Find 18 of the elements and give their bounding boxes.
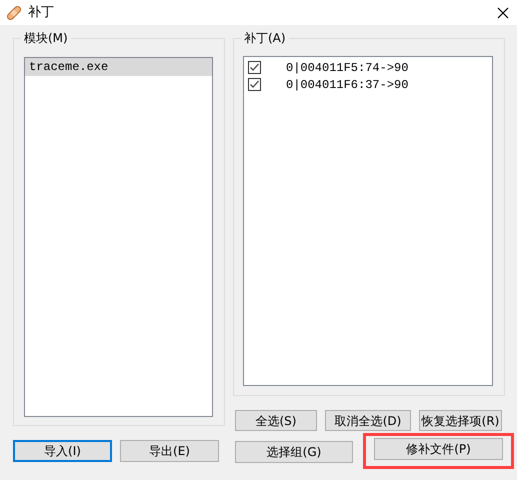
button[interactable]: 选择组(G) — [235, 441, 353, 463]
list-item[interactable]: traceme.exe — [25, 58, 212, 76]
patch-list[interactable]: 0|004011F5:74->90 0|004011F6:37->90 — [243, 56, 493, 386]
module-list[interactable]: traceme.exe — [24, 57, 213, 417]
button[interactable]: 导入(I) — [13, 440, 112, 462]
button[interactable]: 导出(E) — [120, 440, 219, 462]
button[interactable]: 全选(S) — [235, 410, 317, 431]
button[interactable]: 恢复选择项(R) — [419, 410, 502, 431]
group-label: 模块(M) — [21, 30, 71, 46]
button[interactable]: 取消全选(D) — [325, 410, 411, 431]
button[interactable]: 修补文件(P) — [374, 438, 503, 460]
patch-entry: 0|004011F5:74->90 — [286, 60, 408, 76]
group-label: 补丁(A) — [241, 30, 289, 46]
patch-entry: 0|004011F6:37->90 — [286, 76, 408, 92]
checkbox[interactable] — [248, 78, 261, 91]
window-title: 补丁 — [28, 4, 54, 22]
close-icon[interactable] — [497, 6, 509, 18]
checkbox[interactable] — [248, 61, 261, 74]
